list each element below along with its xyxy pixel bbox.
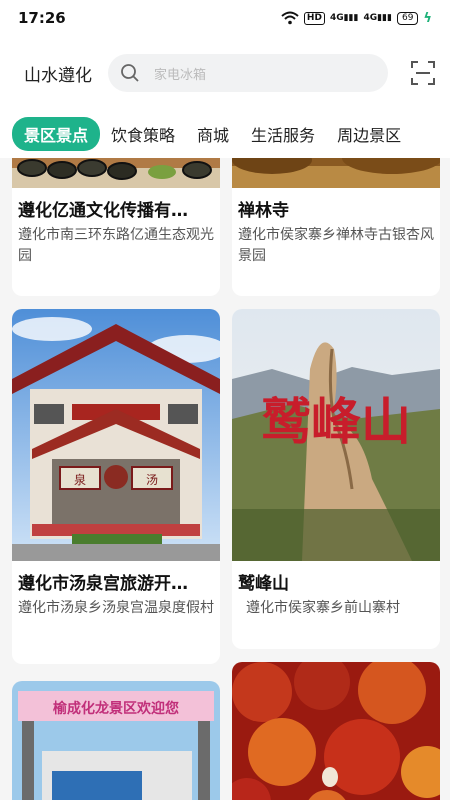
card-address: 遵化市南三环东路亿通生态观光园 bbox=[18, 227, 214, 264]
scenic-card[interactable]: 榆成化龙景区欢迎您 bbox=[12, 681, 220, 800]
scenic-card[interactable] bbox=[232, 662, 440, 800]
wifi-icon bbox=[281, 11, 299, 25]
search-input[interactable]: 家电冰箱 bbox=[108, 54, 388, 92]
card-image bbox=[232, 662, 440, 800]
card-image: 榆成化龙景区欢迎您 bbox=[12, 681, 220, 800]
card-address: 遵化市侯家寨乡禅林寺古银杏风景园 bbox=[238, 227, 434, 264]
battery-icon: 69 bbox=[396, 11, 419, 25]
card-image bbox=[12, 158, 220, 188]
tab-food-guide[interactable]: 饮食策略 bbox=[100, 118, 186, 150]
scenic-card[interactable]: 鹫峰山 鹫峰山 遵化市侯家寨乡前山寨村 bbox=[232, 309, 440, 649]
scenic-card[interactable]: 泉 汤 遵化市汤泉宫旅游开… 遵化市汤泉乡汤泉宫温泉度假村 bbox=[12, 309, 220, 664]
signal-icon-1: 4G▮▮▮ bbox=[329, 13, 359, 23]
app-title: 山水遵化 bbox=[24, 65, 92, 86]
status-icons: HD 4G▮▮▮ 4G▮▮▮ 69 ϟ bbox=[281, 11, 432, 26]
scenic-card[interactable]: 遵化亿通文化传播有… 遵化市南三环东路亿通生态观光园 bbox=[12, 158, 220, 296]
signal-icon-2: 4G▮▮▮ bbox=[363, 13, 392, 23]
card-image bbox=[232, 158, 440, 188]
card-address: 遵化市汤泉乡汤泉宫温泉度假村 bbox=[18, 600, 214, 616]
category-tabs: 景区景点 饮食策略 商城 生活服务 周边景区 bbox=[0, 110, 450, 158]
scan-icon[interactable] bbox=[410, 60, 436, 86]
card-address: 遵化市侯家寨乡前山寨村 bbox=[246, 600, 400, 616]
card-image-sign-right: 汤 bbox=[146, 473, 158, 487]
tab-mall[interactable]: 商城 bbox=[186, 118, 240, 150]
search-icon bbox=[121, 64, 139, 82]
scenic-card[interactable]: 禅林寺 遵化市侯家寨乡禅林寺古银杏风景园 bbox=[232, 158, 440, 296]
card-title: 禅林寺 bbox=[238, 201, 289, 221]
tab-life-services[interactable]: 生活服务 bbox=[240, 118, 326, 150]
card-image: 泉 汤 bbox=[12, 309, 220, 561]
status-bar: 17:26 HD 4G▮▮▮ 4G▮▮▮ 69 ϟ bbox=[0, 0, 450, 36]
card-image-banner: 榆成化龙景区欢迎您 bbox=[53, 700, 179, 717]
card-title: 遵化亿通文化传播有… bbox=[18, 201, 188, 221]
scenic-feed: 遵化亿通文化传播有… 遵化市南三环东路亿通生态观光园 禅林寺 遵化市侯家寨乡禅林… bbox=[0, 158, 450, 800]
card-image-sign-left: 泉 bbox=[74, 473, 86, 487]
charging-icon: ϟ bbox=[423, 10, 432, 26]
tab-nearby-scenic[interactable]: 周边景区 bbox=[326, 118, 412, 150]
card-image-calligraphy: 鹫峰山 bbox=[261, 392, 411, 451]
card-title: 遵化市汤泉宫旅游开… bbox=[18, 574, 188, 594]
card-title: 鹫峰山 bbox=[238, 574, 289, 594]
card-image: 鹫峰山 bbox=[232, 309, 440, 561]
status-time: 17:26 bbox=[18, 9, 66, 27]
header: 山水遵化 家电冰箱 bbox=[0, 36, 450, 110]
tab-scenic-spots[interactable]: 景区景点 bbox=[12, 117, 101, 151]
hd-icon: HD bbox=[303, 11, 325, 25]
search-placeholder: 家电冰箱 bbox=[154, 67, 207, 83]
